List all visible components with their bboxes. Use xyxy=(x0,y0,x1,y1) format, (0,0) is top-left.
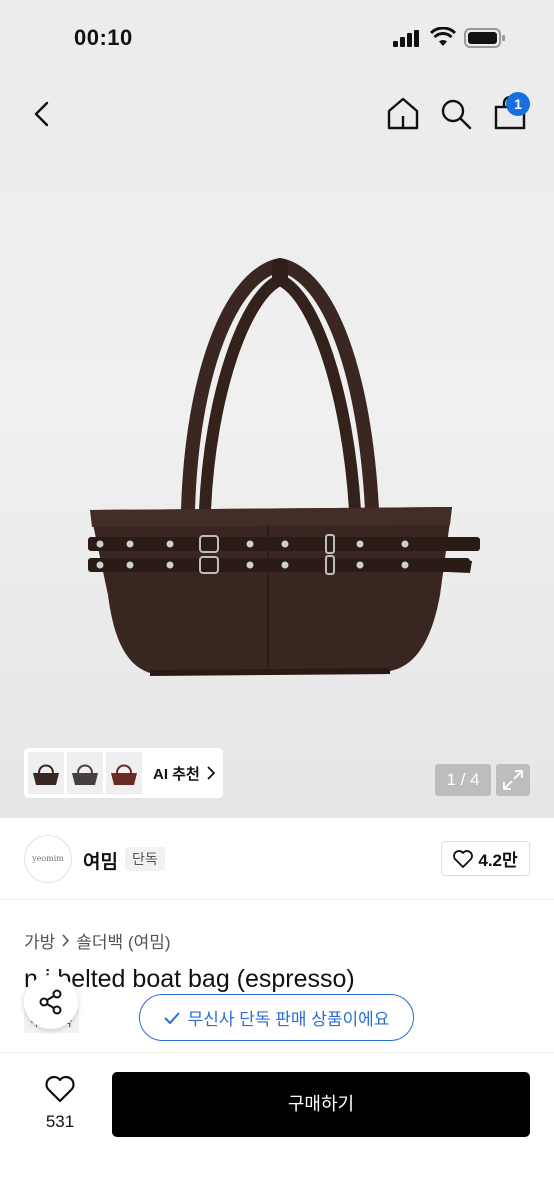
wishlist-count: 531 xyxy=(45,1112,75,1131)
status-time: 00:10 xyxy=(74,25,133,50)
expand-icon xyxy=(503,770,523,790)
cart-count-badge: 1 xyxy=(506,92,530,116)
bottom-action-bar: 531 구매하기 xyxy=(0,1052,554,1200)
chevron-right-icon xyxy=(207,766,216,780)
thumbnail-2[interactable] xyxy=(67,752,103,794)
share-icon xyxy=(39,989,62,1015)
exclusive-banner-text: 무신사 단독 판매 상품이에요 xyxy=(187,1010,390,1029)
brand-like-button[interactable]: 4.2만 xyxy=(441,841,530,876)
signal-icon xyxy=(393,30,419,47)
brand-like-count: 4.2만 xyxy=(478,851,518,870)
battery-icon xyxy=(464,28,505,48)
bag-thumbnail-gray xyxy=(72,764,98,785)
search-icon[interactable] xyxy=(440,98,472,130)
breadcrumb: 가방 숄더백 (여밈) xyxy=(24,928,171,953)
ai-recommend-thumbnails[interactable]: AI 추천 xyxy=(24,748,223,798)
exclusive-tag: 단독 xyxy=(125,847,165,871)
breadcrumb-category[interactable]: 가방 xyxy=(24,928,55,953)
share-button[interactable] xyxy=(24,975,78,1029)
heart-icon xyxy=(453,849,474,868)
thumbnail-3[interactable] xyxy=(106,752,142,794)
product-image-gallery[interactable] xyxy=(0,80,554,818)
bag-thumbnail-red xyxy=(111,764,137,785)
heart-icon xyxy=(45,1075,75,1103)
check-icon xyxy=(163,1011,180,1024)
expand-button[interactable] xyxy=(496,764,530,796)
wishlist-button[interactable]: 531 xyxy=(34,1075,86,1132)
brand-row[interactable]: yeomim 여밈 단독 4.2만 xyxy=(0,818,554,900)
wifi-icon xyxy=(430,27,456,46)
bag-thumbnail-dark xyxy=(33,764,59,785)
brand-logo[interactable]: yeomim xyxy=(24,835,72,883)
back-arrow-icon[interactable] xyxy=(28,100,56,128)
exclusive-banner: 무신사 단독 판매 상품이에요 xyxy=(139,994,414,1041)
image-pager: 1 / 4 xyxy=(435,764,491,796)
chevron-right-icon xyxy=(62,934,70,947)
product-bag-image xyxy=(88,257,480,676)
top-navigation xyxy=(0,80,554,150)
brand-name[interactable]: 여밈 xyxy=(83,847,118,874)
ai-recommend-label[interactable]: AI 추천 xyxy=(153,763,200,784)
thumbnail-1[interactable] xyxy=(28,752,64,794)
buy-button[interactable]: 구매하기 xyxy=(112,1072,530,1137)
status-bar: 00:10 xyxy=(0,0,554,80)
home-icon[interactable] xyxy=(386,96,420,130)
breadcrumb-subcategory[interactable]: 숄더백 (여밈) xyxy=(76,928,170,953)
